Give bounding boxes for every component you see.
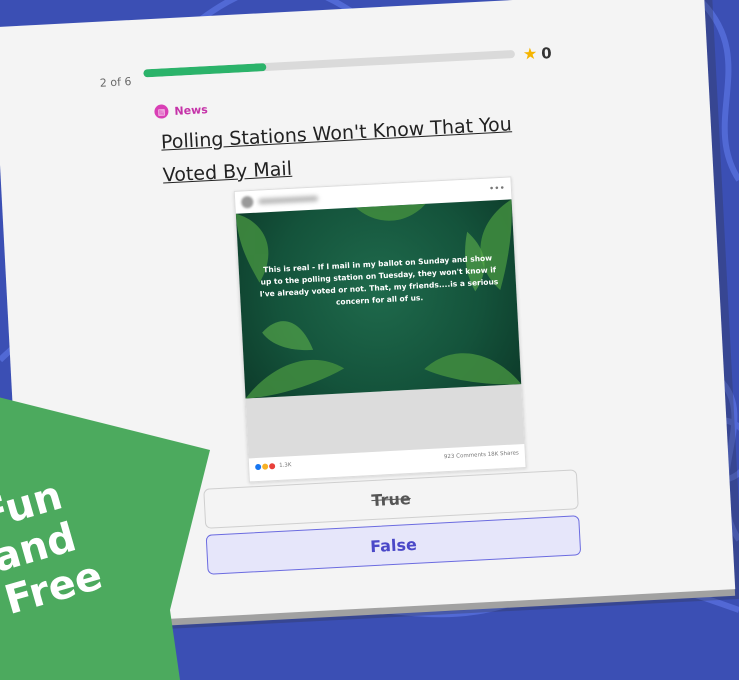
avatar [240, 195, 254, 209]
category-tag: ▤ News [154, 102, 208, 119]
progress-fill [143, 63, 267, 78]
engagement-stats: 923 Comments 18K Shares [443, 450, 519, 461]
question-counter: 2 of 6 [99, 75, 132, 90]
category-label: News [174, 102, 209, 118]
more-icon: ••• [488, 183, 506, 195]
angry-icon [268, 463, 276, 470]
score-value: 0 [540, 43, 553, 63]
social-post-image: ••• This is real - If I mail in my ballo… [233, 176, 527, 483]
post-image: This is real - If I mail in my ballot on… [235, 199, 522, 399]
star-icon: ★ [522, 43, 538, 64]
blurred-name [258, 195, 319, 205]
reaction-icons [255, 463, 276, 471]
haha-icon [262, 463, 269, 470]
progress-bar [143, 49, 516, 78]
score: ★ 0 [522, 43, 553, 64]
newspaper-icon: ▤ [154, 104, 169, 119]
like-icon [255, 463, 262, 471]
reaction-count: 1.3K [278, 462, 292, 469]
